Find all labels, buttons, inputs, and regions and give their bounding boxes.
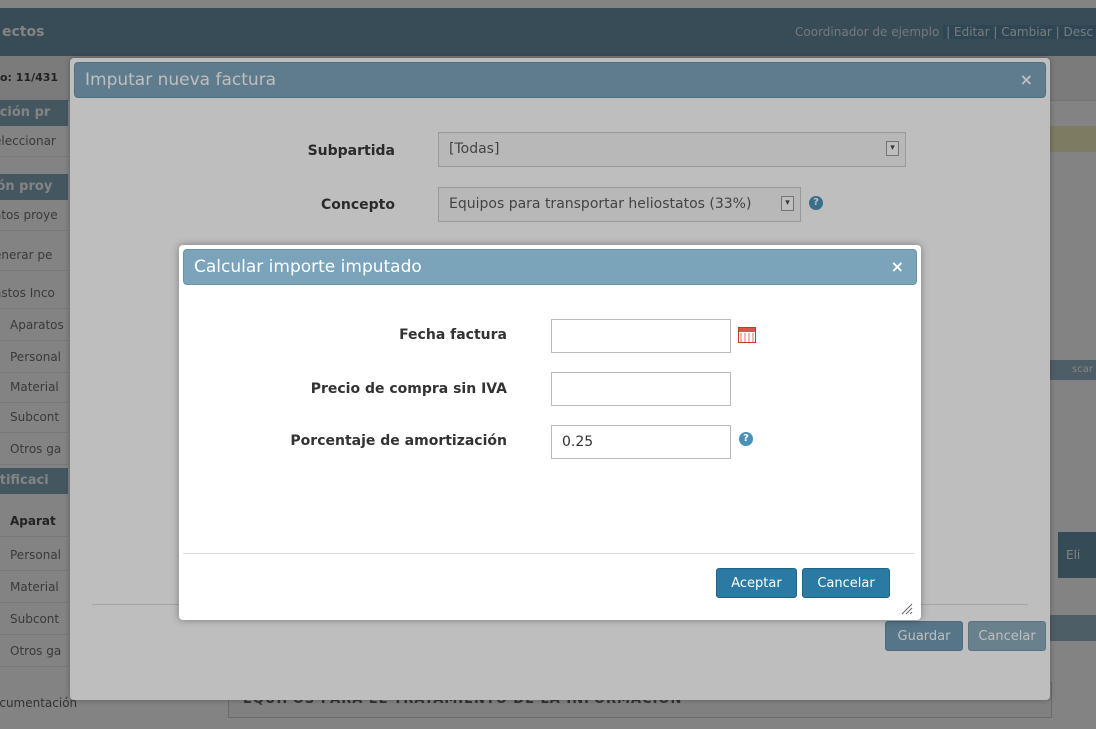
fecha-factura-label: Fecha factura xyxy=(399,327,507,343)
accept-button[interactable]: Aceptar xyxy=(716,568,797,598)
calendar-icon[interactable] xyxy=(738,327,756,343)
close-icon[interactable]: × xyxy=(891,250,904,284)
precio-compra-label: Precio de compra sin IVA xyxy=(310,381,507,397)
precio-compra-input[interactable] xyxy=(551,372,731,406)
help-icon[interactable]: ? xyxy=(739,432,753,446)
fecha-factura-input[interactable] xyxy=(551,319,731,353)
footer-divider xyxy=(183,553,915,554)
resize-handle-icon[interactable] xyxy=(901,603,913,615)
dialog-title: Calcular importe imputado xyxy=(194,257,422,277)
calcular-importe-dialog: Calcular importe imputado × Fecha factur… xyxy=(179,245,921,620)
cancel-button[interactable]: Cancelar xyxy=(802,568,890,598)
porcentaje-amortizacion-input[interactable] xyxy=(551,425,731,459)
porcentaje-amortizacion-label: Porcentaje de amortización xyxy=(290,433,507,449)
dialog-titlebar: Calcular importe imputado × xyxy=(183,249,917,285)
